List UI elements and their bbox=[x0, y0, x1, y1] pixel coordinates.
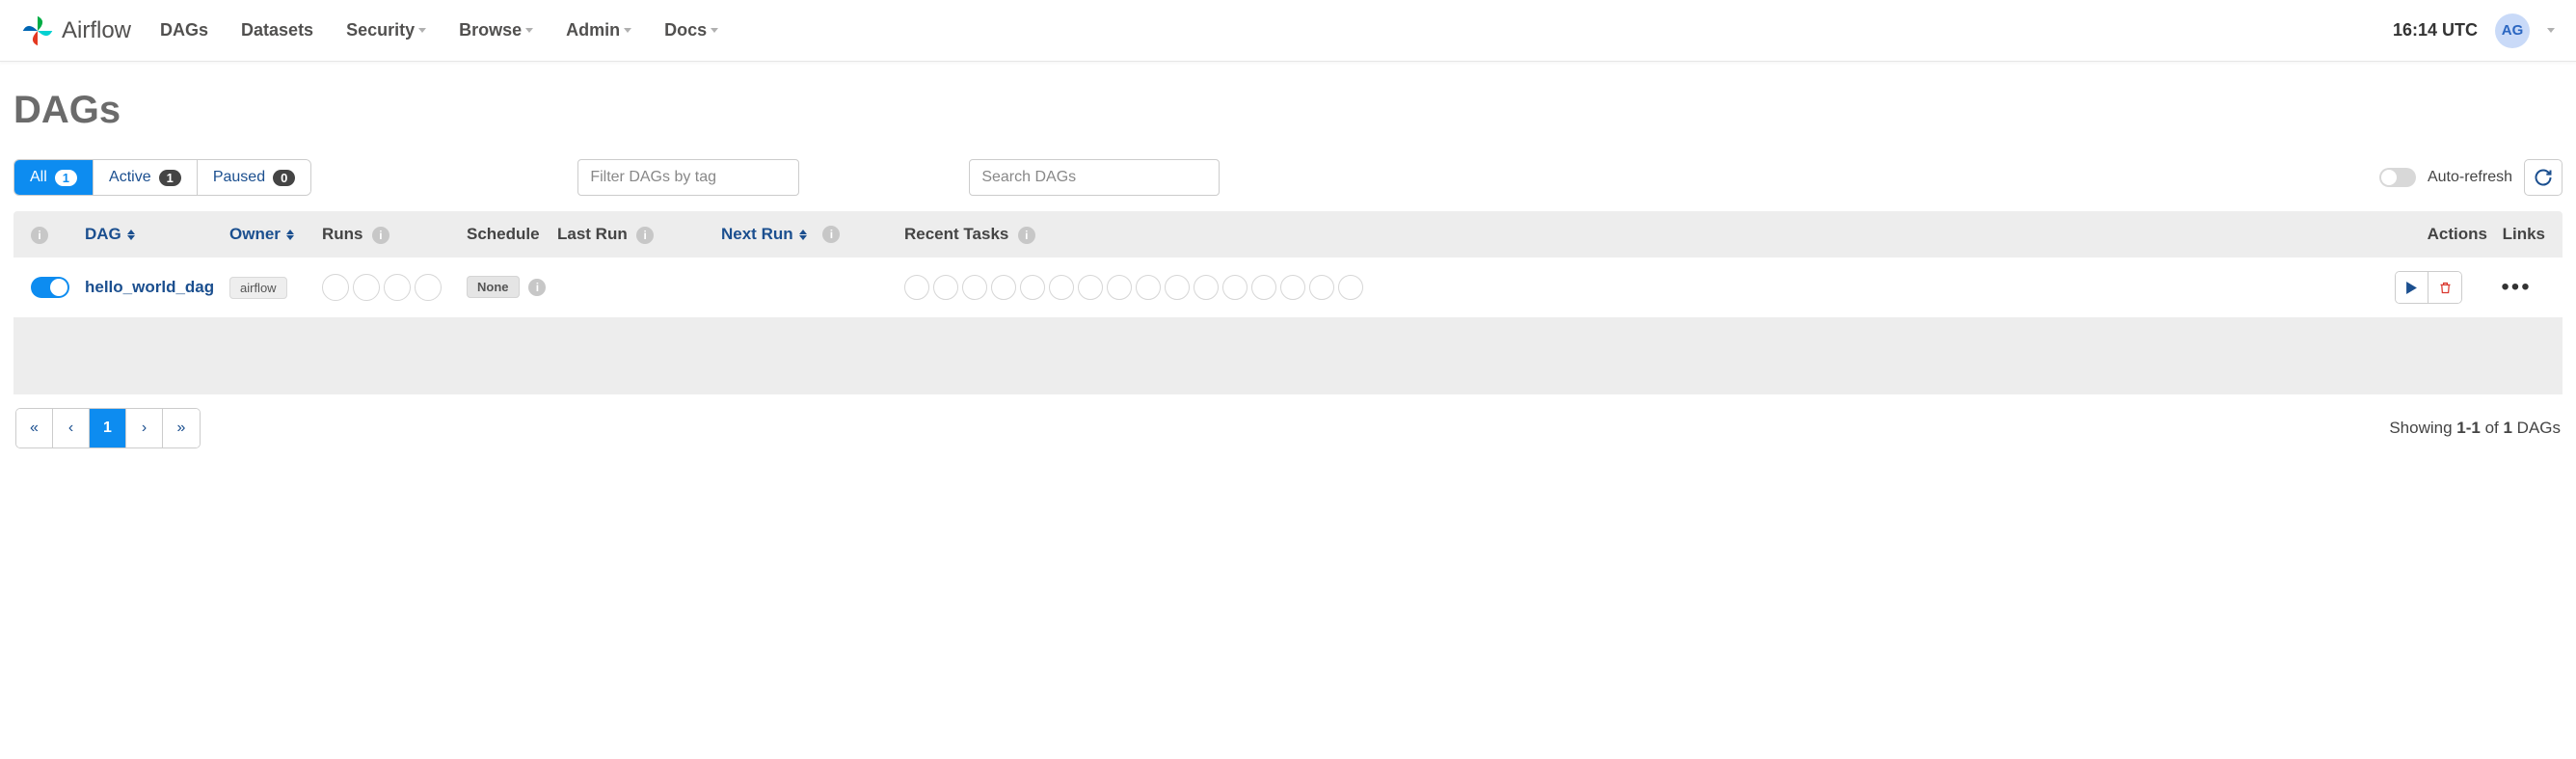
col-runs: Runs i bbox=[322, 225, 467, 244]
owner-badge[interactable]: airflow bbox=[229, 277, 287, 299]
delete-dag-button[interactable] bbox=[2428, 272, 2461, 303]
chevron-down-icon bbox=[711, 28, 718, 33]
refresh-button[interactable] bbox=[2524, 159, 2563, 196]
sort-icon bbox=[127, 230, 135, 240]
info-icon: i bbox=[31, 227, 48, 244]
nav-item-dags[interactable]: DAGs bbox=[160, 20, 208, 41]
info-icon: i bbox=[372, 227, 389, 244]
col-links: Links bbox=[2487, 225, 2545, 244]
sort-icon bbox=[286, 230, 294, 240]
filter-by-tag-input[interactable] bbox=[577, 159, 799, 196]
clock: 16:14 UTC bbox=[2393, 20, 2478, 41]
brand[interactable]: Airflow bbox=[21, 14, 131, 47]
page-next-button[interactable]: › bbox=[126, 409, 163, 447]
col-recent-tasks: Recent Tasks i bbox=[904, 225, 2395, 244]
more-links-button[interactable]: ••• bbox=[2501, 274, 2531, 300]
filter-all-button[interactable]: All 1 bbox=[14, 160, 94, 195]
nav-item-docs[interactable]: Docs bbox=[664, 20, 718, 41]
page-title: DAGs bbox=[13, 89, 2563, 132]
dag-name-link[interactable]: hello_world_dag bbox=[85, 278, 214, 296]
pagination-summary: Showing 1-1 of 1 DAGs bbox=[2389, 419, 2561, 438]
chevron-down-icon[interactable] bbox=[2547, 28, 2555, 33]
nav-item-security[interactable]: Security bbox=[346, 20, 426, 41]
info-icon: i bbox=[822, 226, 840, 243]
page-1-button[interactable]: 1 bbox=[90, 409, 126, 447]
col-owner[interactable]: Owner bbox=[229, 225, 322, 244]
chevron-down-icon bbox=[624, 28, 631, 33]
user-avatar[interactable]: AG bbox=[2495, 14, 2530, 48]
refresh-icon bbox=[2534, 168, 2553, 187]
auto-refresh-label: Auto-refresh bbox=[2428, 169, 2512, 186]
info-icon: i bbox=[528, 279, 546, 296]
play-icon bbox=[2405, 282, 2418, 294]
dags-table: i DAG Owner Runs i Schedule Last Run i N… bbox=[13, 211, 2563, 394]
toolbar: All 1 Active 1 Paused 0 Auto-refresh bbox=[13, 159, 2563, 196]
chevron-down-icon bbox=[525, 28, 533, 33]
info-icon: i bbox=[1018, 227, 1035, 244]
filter-active-count: 1 bbox=[159, 170, 181, 186]
chevron-down-icon bbox=[418, 28, 426, 33]
sort-icon bbox=[799, 230, 807, 240]
col-last-run: Last Run i bbox=[557, 225, 721, 244]
runs-indicator bbox=[322, 274, 467, 301]
page-last-button[interactable]: » bbox=[163, 409, 200, 447]
brand-text: Airflow bbox=[62, 17, 131, 44]
nav-item-admin[interactable]: Admin bbox=[566, 20, 631, 41]
page-prev-button[interactable]: ‹ bbox=[53, 409, 90, 447]
page-first-button[interactable]: « bbox=[16, 409, 53, 447]
airflow-logo-icon bbox=[21, 14, 54, 47]
auto-refresh-toggle[interactable] bbox=[2379, 168, 2416, 187]
recent-tasks-indicator bbox=[904, 275, 2395, 300]
filter-paused-count: 0 bbox=[273, 170, 295, 186]
col-schedule: Schedule bbox=[467, 225, 557, 244]
nav-item-datasets[interactable]: Datasets bbox=[241, 20, 313, 41]
navbar: Airflow DAGs Datasets Security Browse Ad… bbox=[0, 0, 2576, 62]
pagination: « ‹ 1 › » bbox=[15, 408, 201, 448]
filter-all-count: 1 bbox=[55, 170, 77, 186]
col-dag[interactable]: DAG bbox=[85, 225, 229, 244]
status-filter-group: All 1 Active 1 Paused 0 bbox=[13, 159, 311, 196]
table-header: i DAG Owner Runs i Schedule Last Run i N… bbox=[13, 211, 2563, 258]
col-actions: Actions bbox=[2395, 225, 2487, 244]
row-actions bbox=[2395, 271, 2462, 304]
trash-icon bbox=[2438, 281, 2453, 295]
pagination-row: « ‹ 1 › » Showing 1-1 of 1 DAGs bbox=[13, 408, 2563, 448]
filter-active-button[interactable]: Active 1 bbox=[94, 160, 198, 195]
schedule-badge: None bbox=[467, 276, 520, 298]
filter-paused-button[interactable]: Paused 0 bbox=[198, 160, 311, 195]
nav-right: 16:14 UTC AG bbox=[2393, 14, 2555, 48]
col-next-run[interactable]: Next Run i bbox=[721, 225, 904, 244]
dag-enable-toggle[interactable] bbox=[31, 277, 69, 298]
nav-menu: DAGs Datasets Security Browse Admin Docs bbox=[160, 20, 718, 41]
nav-item-browse[interactable]: Browse bbox=[459, 20, 533, 41]
table-row: hello_world_dag airflow None i bbox=[13, 258, 2563, 317]
trigger-dag-button[interactable] bbox=[2396, 272, 2428, 303]
search-dags-input[interactable] bbox=[969, 159, 1220, 196]
info-icon: i bbox=[636, 227, 654, 244]
